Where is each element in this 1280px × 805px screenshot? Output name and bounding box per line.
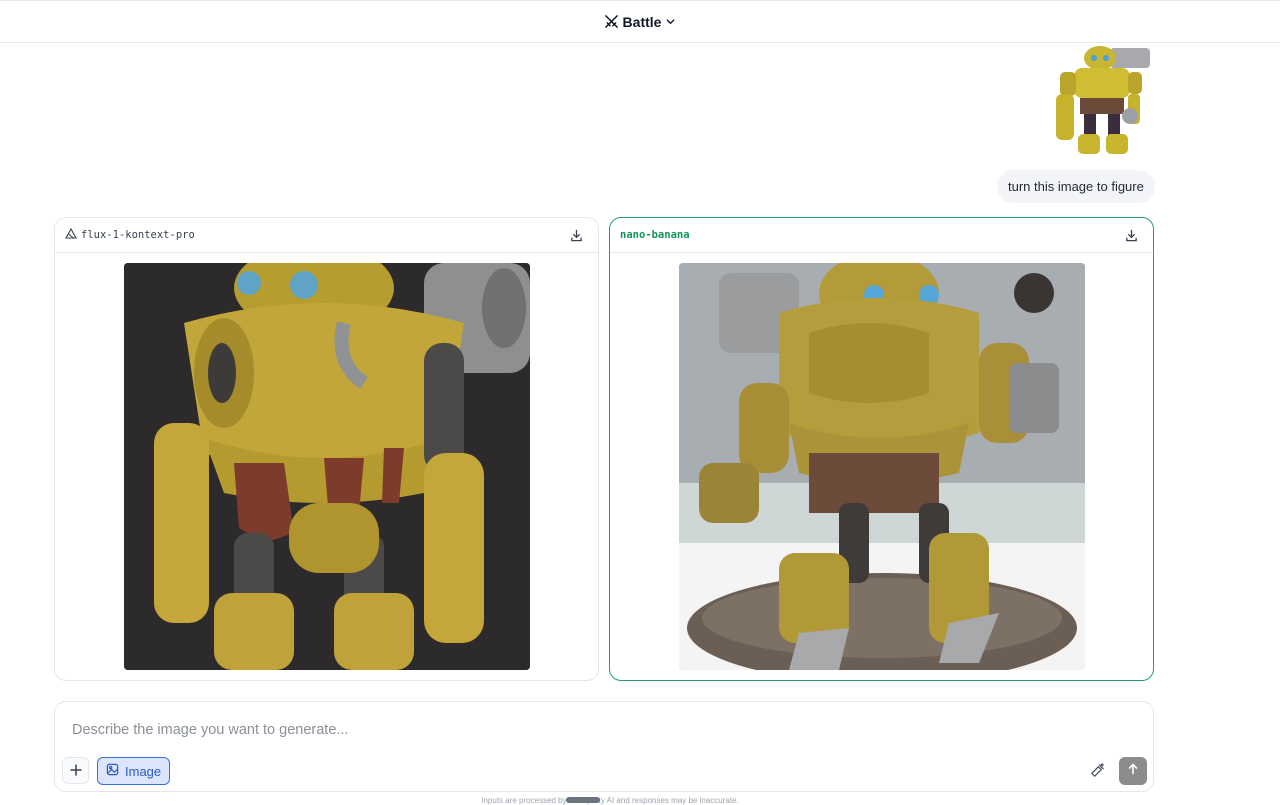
disclaimer-text: Inputs are processed by third-party AI a…	[481, 796, 739, 805]
generated-image[interactable]	[124, 263, 530, 670]
swords-icon	[604, 14, 619, 29]
send-button[interactable]	[1119, 757, 1147, 785]
add-attachment-button[interactable]	[62, 757, 89, 784]
model-label: nano-banana	[620, 229, 690, 241]
panel-header: flux-1-kontext-pro	[55, 218, 598, 253]
chevron-down-icon	[665, 16, 676, 27]
result-panel-b: nano-banana	[609, 217, 1154, 681]
wand-icon	[1091, 763, 1104, 777]
tools-button[interactable]	[1089, 762, 1106, 784]
panel-header: nano-banana	[610, 218, 1153, 253]
generated-image[interactable]	[679, 263, 1085, 670]
model-logo-icon	[65, 227, 77, 242]
mode-selector[interactable]: Battle	[604, 14, 677, 30]
download-icon	[570, 229, 582, 241]
image-icon	[106, 763, 119, 779]
image-toggle-label: Image	[125, 763, 162, 779]
download-button[interactable]	[568, 227, 584, 243]
plus-icon	[69, 760, 82, 781]
arrow-up-icon	[1127, 762, 1139, 780]
scroll-handle[interactable]	[566, 797, 600, 803]
user-message: turn this image to figure	[997, 170, 1155, 203]
download-button[interactable]	[1123, 227, 1139, 243]
user-uploaded-image[interactable]	[1052, 44, 1150, 156]
model-label: flux-1-kontext-pro	[65, 227, 195, 242]
model-name: nano-banana	[620, 229, 690, 241]
download-icon	[1125, 229, 1137, 241]
prompt-input[interactable]	[72, 720, 1132, 740]
top-bar: Battle	[0, 0, 1280, 43]
result-panel-a: flux-1-kontext-pro	[54, 217, 599, 681]
prompt-composer: Image	[54, 701, 1154, 792]
model-name: flux-1-kontext-pro	[81, 229, 195, 241]
image-mode-toggle[interactable]: Image	[97, 757, 171, 785]
mode-label: Battle	[622, 13, 662, 30]
